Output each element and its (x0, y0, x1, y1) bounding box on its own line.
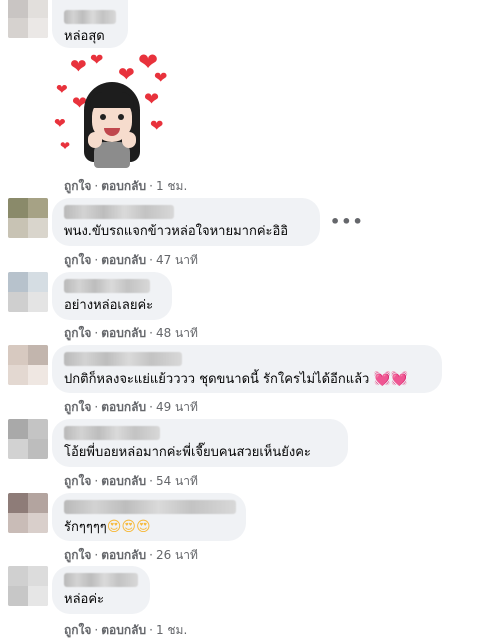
comment-text: อย่างหล่อเลยค่ะ (64, 298, 154, 313)
commenter-name[interactable] (64, 205, 174, 219)
like-link[interactable]: ถูกใจ (64, 326, 91, 340)
commenter-name[interactable] (64, 573, 138, 587)
commenter-name[interactable] (64, 426, 160, 440)
reply-link[interactable]: ตอบกลับ (101, 400, 146, 414)
avatar[interactable] (8, 419, 48, 459)
comment-text: โอ้ยพี่บอยหล่อมากค่ะพี่เจี๊ยบคนสวยเห็นยั… (64, 445, 311, 460)
comment-actions: ถูกใจ · ตอบกลับ · 47 นาที (64, 253, 198, 267)
reply-link[interactable]: ตอบกลับ (101, 179, 146, 193)
like-link[interactable]: ถูกใจ (64, 179, 91, 193)
comment-bubble: ปกติก็หลงจะแย่แย้วววว ชุดขนาดนี้ รักใครไ… (52, 345, 442, 393)
comment-text: หล่อสุด (64, 29, 105, 44)
commenter-name[interactable] (64, 500, 236, 514)
timestamp[interactable]: 47 นาที (156, 253, 198, 267)
sticker[interactable]: ❤ ❤ ❤ ❤ ❤ ❤ ❤ ❤ ❤ ❤ ❤ (54, 50, 170, 170)
like-link[interactable]: ถูกใจ (64, 474, 91, 488)
avatar[interactable] (8, 493, 48, 533)
avatar[interactable] (8, 566, 48, 606)
like-link[interactable]: ถูกใจ (64, 400, 91, 414)
timestamp[interactable]: 49 นาที (156, 400, 198, 414)
comment-bubble: โอ้ยพี่บอยหล่อมากค่ะพี่เจี๊ยบคนสวยเห็นยั… (52, 419, 348, 467)
avatar[interactable] (8, 0, 48, 38)
timestamp[interactable]: 26 นาที (156, 548, 198, 562)
reply-link[interactable]: ตอบกลับ (101, 253, 146, 267)
heart-eyes-emoji-icon: 😍😍😍 (106, 519, 151, 535)
like-link[interactable]: ถูกใจ (64, 548, 91, 562)
reply-link[interactable]: ตอบกลับ (101, 623, 146, 637)
comment-bubble: รักๆๆๆๆ😍😍😍 (52, 493, 246, 541)
comment-text: พนง.ขับรถแจกข้าวหล่อใจหายมากค่ะอิอิ (64, 224, 289, 239)
commenter-name[interactable] (64, 10, 116, 24)
comment-bubble: พนง.ขับรถแจกข้าวหล่อใจหายมากค่ะอิอิ (52, 198, 320, 246)
reply-link[interactable]: ตอบกลับ (101, 548, 146, 562)
comment-bubble: หล่อค่ะ (52, 566, 150, 614)
comment-actions: ถูกใจ · ตอบกลับ · 26 นาที (64, 548, 198, 562)
comment-bubble: อย่างหล่อเลยค่ะ (52, 272, 172, 320)
timestamp[interactable]: 1 ชม. (156, 179, 187, 193)
commenter-name[interactable] (64, 352, 182, 366)
avatar[interactable] (8, 272, 48, 312)
like-link[interactable]: ถูกใจ (64, 623, 91, 637)
reply-link[interactable]: ตอบกลับ (101, 474, 146, 488)
avatar[interactable] (8, 345, 48, 385)
avatar-face-icon (84, 82, 140, 168)
comment-text: หล่อค่ะ (64, 592, 105, 607)
like-link[interactable]: ถูกใจ (64, 253, 91, 267)
comment-actions: ถูกใจ · ตอบกลับ · 49 นาที (64, 400, 198, 414)
comment-bubble: หล่อสุด (52, 0, 128, 48)
timestamp[interactable]: 54 นาที (156, 474, 198, 488)
comment-actions: ถูกใจ · ตอบกลับ · 1 ชม. (64, 179, 188, 193)
more-options-icon[interactable]: ••• (330, 212, 364, 231)
timestamp[interactable]: 1 ชม. (156, 623, 187, 637)
reply-link[interactable]: ตอบกลับ (101, 326, 146, 340)
comment-actions: ถูกใจ · ตอบกลับ · 48 นาที (64, 326, 198, 340)
comment-actions: ถูกใจ · ตอบกลับ · 54 นาที (64, 474, 198, 488)
avatar[interactable] (8, 198, 48, 238)
commenter-name[interactable] (64, 279, 150, 293)
comment-text: ปกติก็หลงจะแย่แย้วววว ชุดขนาดนี้ รักใครไ… (64, 371, 409, 387)
timestamp[interactable]: 48 นาที (156, 326, 198, 340)
comment-actions: ถูกใจ · ตอบกลับ · 1 ชม. (64, 623, 188, 637)
heart-emoji-icon: 💓💓 (373, 371, 409, 387)
comment-text: รักๆๆๆๆ😍😍😍 (64, 519, 151, 535)
